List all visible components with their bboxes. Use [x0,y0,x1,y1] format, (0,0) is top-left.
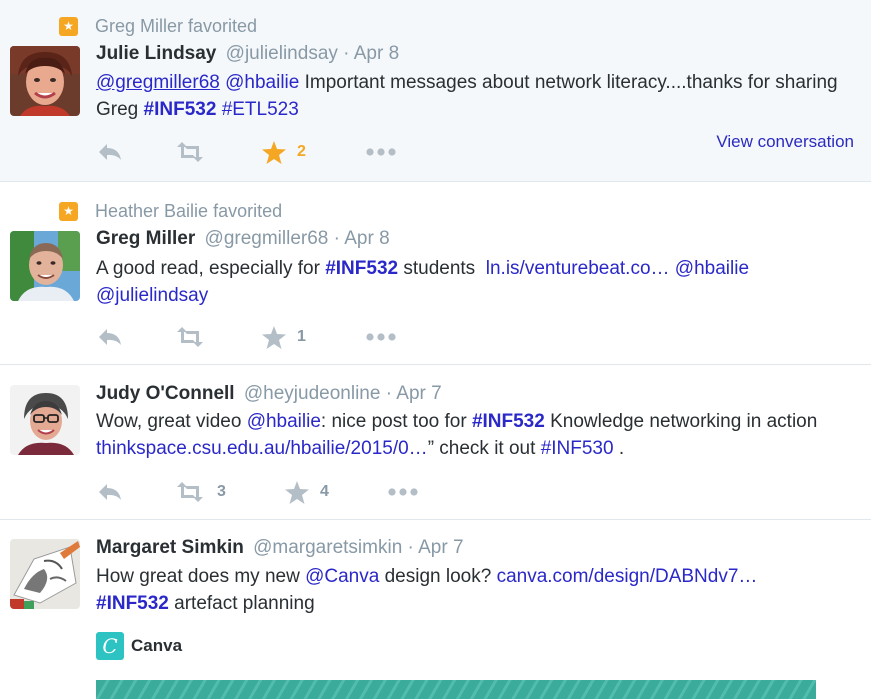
retweet-button[interactable] [174,138,217,166]
more-icon [388,488,418,496]
url-link[interactable]: ln.is/venturebeat.co… [486,258,670,279]
retweet-button[interactable] [174,323,217,351]
more-icon [366,148,396,156]
mention-link[interactable]: @hbailie [247,411,321,432]
card-source-name[interactable]: Canva [131,632,182,660]
username[interactable]: @margaretsimkin [253,537,402,558]
separator: · [385,383,393,404]
more-icon [366,333,396,341]
mention-link[interactable]: @julielindsay [96,285,208,306]
reply-icon [99,144,121,160]
avatar[interactable] [10,539,80,609]
retweet-icon [177,142,203,162]
reply-button[interactable] [97,478,123,506]
favorite-count: 4 [320,483,329,500]
hashtag-link[interactable]: #INF530 [541,438,614,459]
fullname[interactable]: Julie Lindsay [96,43,216,64]
text-segment: students [398,258,486,279]
favorite-button[interactable]: 1 [262,323,306,351]
tweet-context: ★ Greg Miller favorited [59,15,257,37]
fullname[interactable]: Margaret Simkin [96,537,244,558]
text-segment: Knowledge networking in action [544,411,818,432]
url-link[interactable]: canva.com/design/DABNdv7… [497,566,758,587]
more-button[interactable] [388,478,418,506]
timestamp[interactable]: Apr 8 [344,228,389,249]
tweet-text: How great does my new @Canva design look… [96,563,856,617]
tweet[interactable]: ★ Greg Miller favorited Julie Lindsay @j… [0,0,871,181]
mention-link[interactable]: @hbailie [675,258,749,279]
star-badge-icon: ★ [59,201,78,221]
reply-icon [99,329,121,345]
tweet[interactable]: Margaret Simkin @margaretsimkin · Apr 7 … [0,520,871,699]
star-badge-icon: ★ [59,16,78,36]
text-segment: Wow, great video [96,411,247,432]
text-segment: ” check it out [427,438,541,459]
canva-logo-icon[interactable]: C [96,632,124,660]
star-icon [285,480,309,504]
text-segment: artefact planning [168,593,315,614]
context-text[interactable]: Greg Miller favorited [95,16,257,37]
favorite-button[interactable]: 4 [285,478,329,506]
tweet-header: Judy O'Connell @heyjudeonline · Apr 7 [96,381,442,407]
reply-button[interactable] [97,138,123,166]
mention-link[interactable]: @Canva [305,566,379,587]
username[interactable]: @gregmiller68 [205,228,329,249]
retweet-icon [177,482,203,502]
timestamp[interactable]: Apr 7 [396,383,441,404]
hashtag-link[interactable]: #INF532 [325,258,398,279]
mention-link[interactable]: @hbailie [225,72,299,93]
timeline: ★ Greg Miller favorited Julie Lindsay @j… [0,0,871,699]
avatar[interactable] [10,46,80,116]
star-icon [262,140,286,164]
hashtag-link[interactable]: #INF532 [96,593,169,614]
star-icon [262,325,286,349]
text-segment: . [613,438,625,459]
context-text[interactable]: Heather Bailie favorited [95,201,282,222]
timestamp[interactable]: Apr 7 [418,537,463,558]
reply-icon [99,484,121,500]
separator: · [407,537,414,558]
separator: · [333,228,340,249]
text-segment: A good read, especially for [96,258,326,279]
username[interactable]: @julielindsay [226,43,338,64]
favorite-count: 2 [297,143,306,160]
tweet[interactable]: ★ Heather Bailie favorited Greg Miller @… [0,182,871,364]
mention-link[interactable]: @gregmiller68 [96,72,220,93]
reply-button[interactable] [97,323,123,351]
text-segment: : nice post too for [320,411,472,432]
text-segment: design look? [379,566,497,587]
tweet-header: Julie Lindsay @julielindsay · Apr 8 [96,41,399,67]
username[interactable]: @heyjudeonline [244,383,381,404]
hashtag-link[interactable]: #INF532 [472,411,545,432]
text-segment: How great does my new [96,566,306,587]
tweet[interactable]: Judy O'Connell @heyjudeonline · Apr 7 Wo… [0,365,871,519]
avatar[interactable] [10,231,80,301]
more-button[interactable] [366,323,396,351]
fullname[interactable]: Greg Miller [96,228,195,249]
card-image[interactable] [96,680,816,699]
tweet-text: A good read, especially for #INF532 stud… [96,255,856,309]
avatar[interactable] [10,385,80,455]
more-button[interactable] [366,138,396,166]
retweet-button[interactable]: 3 [174,478,226,506]
hashtag-link[interactable]: #INF532 [144,99,217,120]
hashtag-link[interactable]: #ETL523 [222,99,299,120]
view-conversation-link[interactable]: View conversation [716,132,854,152]
tweet-context: ★ Heather Bailie favorited [59,200,282,222]
retweet-count: 3 [217,483,226,500]
tweet-header: Greg Miller @gregmiller68 · Apr 8 [96,226,390,252]
favorite-count: 1 [297,328,306,345]
timestamp[interactable]: Apr 8 [354,43,399,64]
separator: · [343,43,350,64]
url-link[interactable]: thinkspace.csu.edu.au/hbailie/2015/0… [96,438,428,459]
tweet-header: Margaret Simkin @margaretsimkin · Apr 7 [96,535,464,561]
retweet-icon [177,327,203,347]
favorite-button[interactable]: 2 [262,138,306,166]
tweet-text: Wow, great video @hbailie: nice post too… [96,408,856,462]
fullname[interactable]: Judy O'Connell [96,383,235,404]
tweet-text: @gregmiller68 @hbailie Important message… [96,69,856,123]
